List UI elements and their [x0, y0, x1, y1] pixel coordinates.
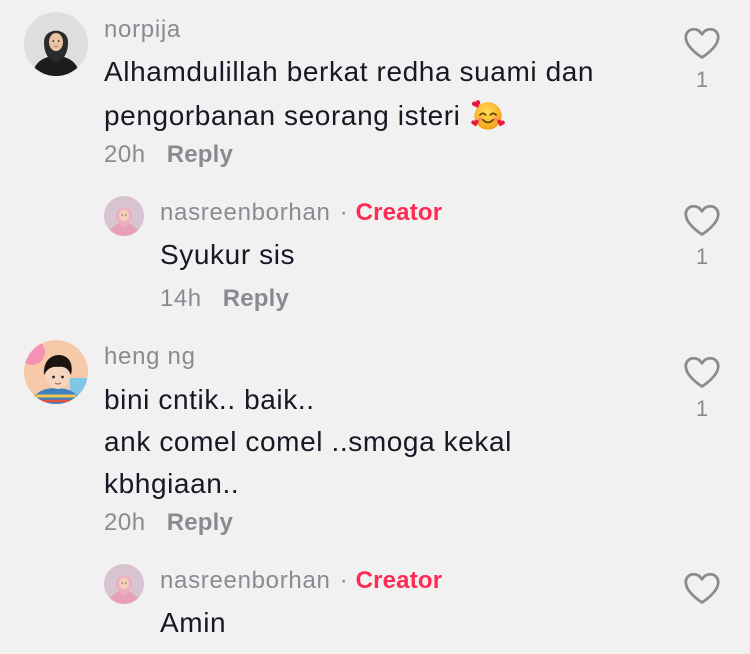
- comment-username-row: heng ng: [104, 341, 196, 373]
- avatar[interactable]: [24, 12, 88, 76]
- comment-username-row: nasreenborhan · Creator: [160, 565, 442, 597]
- comment-text: Alhamdulillah berkat redha suami dan pen…: [104, 50, 634, 138]
- comment-timestamp: 14h: [160, 285, 202, 312]
- comment-timestamp: 20h: [104, 509, 146, 536]
- reply-button[interactable]: Reply: [223, 285, 289, 312]
- heart-outline-icon[interactable]: [684, 572, 720, 605]
- heart-outline-icon[interactable]: [684, 204, 720, 237]
- comment-timestamp: 20h: [104, 141, 146, 168]
- comment-text-content: bini cntik.. baik.. ank comel comel ..sm…: [104, 384, 513, 499]
- comment-text-content: Amin: [160, 607, 227, 638]
- comment-text-content: Alhamdulillah berkat redha suami dan pen…: [104, 56, 595, 131]
- like-control: 1: [680, 356, 724, 425]
- separator-dot: ·: [339, 567, 348, 594]
- like-count: 1: [695, 396, 709, 421]
- creator-badge: Creator: [355, 567, 443, 594]
- reply-button[interactable]: Reply: [167, 509, 233, 536]
- comment-meta: 20h Reply: [104, 139, 233, 171]
- username-link[interactable]: nasreenborhan: [160, 199, 331, 226]
- comment-text: Amin: [160, 601, 690, 645]
- like-control: [680, 572, 724, 605]
- like-control: 1: [680, 27, 724, 96]
- comment-username-row: norpija: [104, 14, 181, 46]
- avatar[interactable]: [104, 196, 144, 236]
- creator-badge: Creator: [355, 199, 443, 226]
- username-link[interactable]: nasreenborhan: [160, 567, 331, 594]
- comment-text-content: Syukur sis: [160, 239, 296, 270]
- heart-outline-icon[interactable]: [684, 356, 720, 389]
- username-link[interactable]: heng ng: [104, 343, 196, 370]
- comment-meta: 14h Reply: [160, 283, 289, 315]
- separator-dot: ·: [339, 199, 348, 226]
- like-count: 1: [695, 67, 709, 92]
- avatar[interactable]: [24, 340, 88, 404]
- like-count: 1: [695, 244, 709, 269]
- comment-username-row: nasreenborhan · Creator: [160, 197, 442, 229]
- like-control: 1: [680, 204, 724, 273]
- comments-list: norpija Alhamdulillah berkat redha suami…: [0, 0, 750, 654]
- reply-button[interactable]: Reply: [167, 141, 233, 168]
- heart-outline-icon[interactable]: [684, 27, 720, 60]
- avatar[interactable]: [104, 564, 144, 604]
- username-link[interactable]: norpija: [104, 16, 181, 43]
- comment-text: Syukur sis: [160, 233, 690, 277]
- comment-text: bini cntik.. baik.. ank comel comel ..sm…: [104, 379, 634, 505]
- smiling-face-with-hearts-emoji: [471, 98, 505, 132]
- comment-meta: 20h Reply: [104, 507, 233, 539]
